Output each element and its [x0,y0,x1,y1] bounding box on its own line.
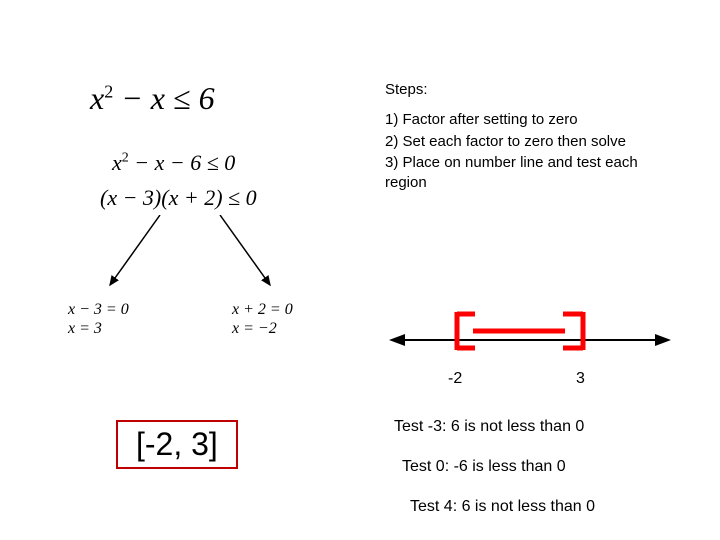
test-4: Test 4: 6 is not less than 0 [410,498,595,516]
inequality-zero-form: x2 − x − 6 ≤ 0 [112,150,235,176]
factor-right-equation: x + 2 = 0 [232,300,293,319]
step-1: 1) Factor after setting to zero [385,110,645,130]
step-2: 2) Set each factor to zero then solve [385,132,645,152]
factor-left-equation: x − 3 = 0 [68,300,129,319]
factor-right-solution: x = −2 [232,319,293,338]
factor-fork-arrows [100,215,300,295]
test-0: Test 0: -6 is less than 0 [402,458,566,476]
steps-title: Steps: [385,80,645,100]
inequality-factored: (x − 3)(x + 2) ≤ 0 [100,185,257,211]
number-line-label-minus2: -2 [448,370,462,388]
factor-right: x + 2 = 0 x = −2 [232,300,293,338]
number-line [385,300,675,360]
factor-left: x − 3 = 0 x = 3 [68,300,129,338]
number-line-label-3: 3 [576,370,585,388]
factor-left-solution: x = 3 [68,319,129,338]
steps-panel: Steps: 1) Factor after setting to zero 2… [385,80,645,194]
step-3: 3) Place on number line and test each re… [385,153,645,194]
inequality-original: x2 − x ≤ 6 [90,80,215,117]
answer-interval: [-2, 3] [116,420,238,469]
test-minus3: Test -3: 6 is not less than 0 [394,418,584,436]
